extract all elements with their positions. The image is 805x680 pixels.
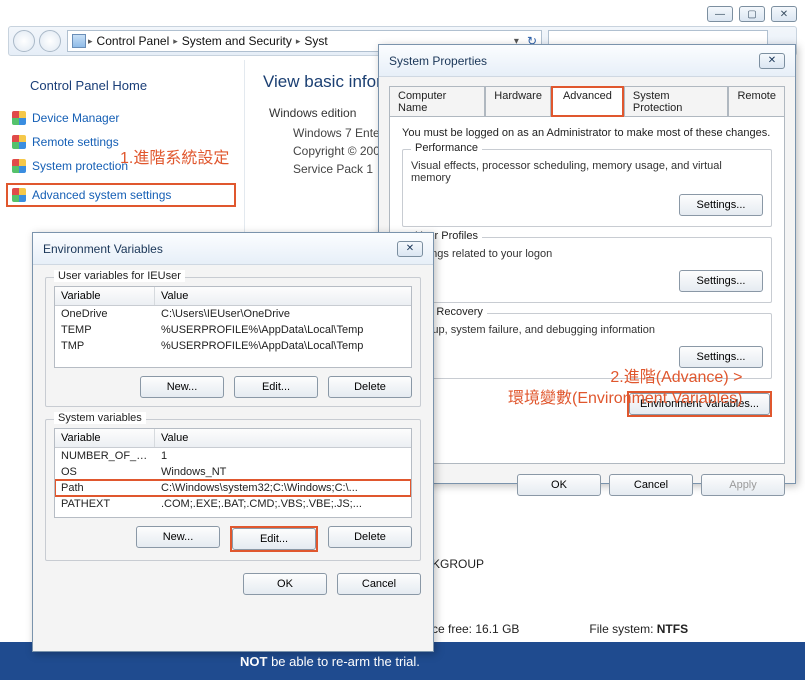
column-value[interactable]: Value	[155, 429, 411, 447]
table-row[interactable]: OSWindows_NT	[55, 464, 411, 480]
minimize-button[interactable]: —	[707, 6, 733, 22]
table-row[interactable]: TEMP%USERPROFILE%\AppData\Local\Temp	[55, 322, 411, 338]
environment-variables-dialog: Environment Variables ✕ User variables f…	[32, 232, 434, 652]
apply-button[interactable]: Apply	[701, 474, 785, 496]
user-variables-legend: User variables for IEUser	[54, 270, 185, 282]
dialog-title: Environment Variables	[43, 242, 163, 256]
column-variable[interactable]: Variable	[55, 429, 155, 447]
user-variables-table[interactable]: Variable Value OneDriveC:\Users\IEUser\O…	[54, 286, 412, 368]
tab-computer-name[interactable]: Computer Name	[389, 86, 485, 117]
system-variables-legend: System variables	[54, 412, 146, 424]
sidebar-item-label: Device Manager	[32, 111, 119, 125]
user-profiles-settings-button[interactable]: Settings...	[679, 270, 763, 292]
user-profiles-desc: settings related to your logon	[411, 248, 763, 260]
folder-icon	[72, 34, 86, 48]
performance-legend: Performance	[411, 142, 482, 154]
maximize-button[interactable]: ▢	[739, 6, 765, 22]
table-row-path[interactable]: PathC:\Windows\system32;C:\Windows;C:\..…	[55, 480, 411, 496]
ok-button[interactable]: OK	[243, 573, 327, 595]
workgroup-value: KGROUP	[432, 557, 484, 571]
chevron-right-icon: ▸	[88, 36, 93, 47]
tab-system-protection[interactable]: System Protection	[624, 86, 729, 117]
sys-delete-button[interactable]: Delete	[328, 526, 412, 548]
startup-recovery-desc: startup, system failure, and debugging i…	[411, 324, 763, 336]
back-button[interactable]	[13, 30, 35, 52]
column-value[interactable]: Value	[155, 287, 411, 305]
breadcrumb-item[interactable]: Control Panel	[95, 34, 172, 48]
chevron-right-icon: ▸	[296, 36, 301, 47]
forward-button[interactable]	[39, 30, 61, 52]
shield-icon	[12, 135, 26, 149]
sys-new-button[interactable]: New...	[136, 526, 220, 548]
system-properties-dialog: System Properties ✕ Computer Name Hardwa…	[378, 44, 796, 484]
breadcrumb-item[interactable]: Syst	[302, 34, 329, 48]
performance-desc: Visual effects, processor scheduling, me…	[411, 160, 763, 184]
tab-remote[interactable]: Remote	[728, 86, 785, 117]
shield-icon	[12, 188, 26, 202]
cancel-button[interactable]: Cancel	[609, 474, 693, 496]
dialog-titlebar: System Properties ✕	[379, 45, 795, 77]
table-row[interactable]: PATHEXT.COM;.EXE;.BAT;.CMD;.VBS;.VBE;.JS…	[55, 496, 411, 512]
table-row[interactable]: TMP%USERPROFILE%\AppData\Local\Temp	[55, 338, 411, 354]
dialog-titlebar: Environment Variables ✕	[33, 233, 433, 265]
shield-icon	[12, 111, 26, 125]
sys-edit-button[interactable]: Edit...	[232, 528, 316, 550]
ok-button[interactable]: OK	[517, 474, 601, 496]
sidebar-item-label: Remote settings	[32, 135, 119, 149]
breadcrumb-item[interactable]: System and Security	[180, 34, 294, 48]
tab-advanced[interactable]: Advanced	[551, 86, 624, 117]
cancel-button[interactable]: Cancel	[337, 573, 421, 595]
disk-info: ce free: 16.1 GB File system: NTFS	[432, 622, 688, 636]
user-profiles-group: User Profiles settings related to your l…	[402, 237, 772, 303]
user-variables-group: User variables for IEUser Variable Value…	[45, 277, 421, 407]
startup-recovery-settings-button[interactable]: Settings...	[679, 346, 763, 368]
sidebar-item-system-protection[interactable]: System protection	[12, 159, 236, 173]
column-variable[interactable]: Variable	[55, 287, 155, 305]
close-button[interactable]: ✕	[771, 6, 797, 22]
table-row[interactable]: OneDriveC:\Users\IEUser\OneDrive	[55, 306, 411, 322]
admin-note: You must be logged on as an Administrato…	[402, 127, 772, 139]
system-variables-group: System variables Variable Value NUMBER_O…	[45, 419, 421, 561]
startup-recovery-group: and Recovery startup, system failure, an…	[402, 313, 772, 379]
user-new-button[interactable]: New...	[140, 376, 224, 398]
sidebar-item-advanced-system-settings[interactable]: Advanced system settings	[6, 183, 236, 207]
sidebar-item-device-manager[interactable]: Device Manager	[12, 111, 236, 125]
close-icon[interactable]: ✕	[397, 241, 423, 257]
system-variables-table[interactable]: Variable Value NUMBER_OF_P...1 OSWindows…	[54, 428, 412, 518]
sys-edit-highlight: Edit...	[230, 526, 318, 552]
environment-variables-button[interactable]: Environment Variables...	[629, 393, 770, 415]
tabs: Computer Name Hardware Advanced System P…	[389, 85, 785, 116]
dialog-title: System Properties	[389, 54, 487, 68]
shield-icon	[12, 159, 26, 173]
sidebar-item-label: Advanced system settings	[32, 188, 171, 202]
dialog-buttons: OK Cancel Apply	[389, 474, 785, 496]
user-delete-button[interactable]: Delete	[328, 376, 412, 398]
table-row[interactable]: NUMBER_OF_P...1	[55, 448, 411, 464]
tab-hardware[interactable]: Hardware	[485, 86, 551, 117]
performance-settings-button[interactable]: Settings...	[679, 194, 763, 216]
performance-group: Performance Visual effects, processor sc…	[402, 149, 772, 227]
close-icon[interactable]: ✕	[759, 53, 785, 69]
sidebar-item-remote-settings[interactable]: Remote settings	[12, 135, 236, 149]
window-buttons: — ▢ ✕	[707, 6, 797, 22]
sidebar-item-label: System protection	[32, 159, 128, 173]
chevron-right-icon: ▸	[173, 36, 178, 47]
user-edit-button[interactable]: Edit...	[234, 376, 318, 398]
control-panel-home-link[interactable]: Control Panel Home	[30, 78, 232, 93]
environment-variables-highlight: Environment Variables...	[627, 391, 772, 417]
tab-body-advanced: You must be logged on as an Administrato…	[389, 116, 785, 464]
